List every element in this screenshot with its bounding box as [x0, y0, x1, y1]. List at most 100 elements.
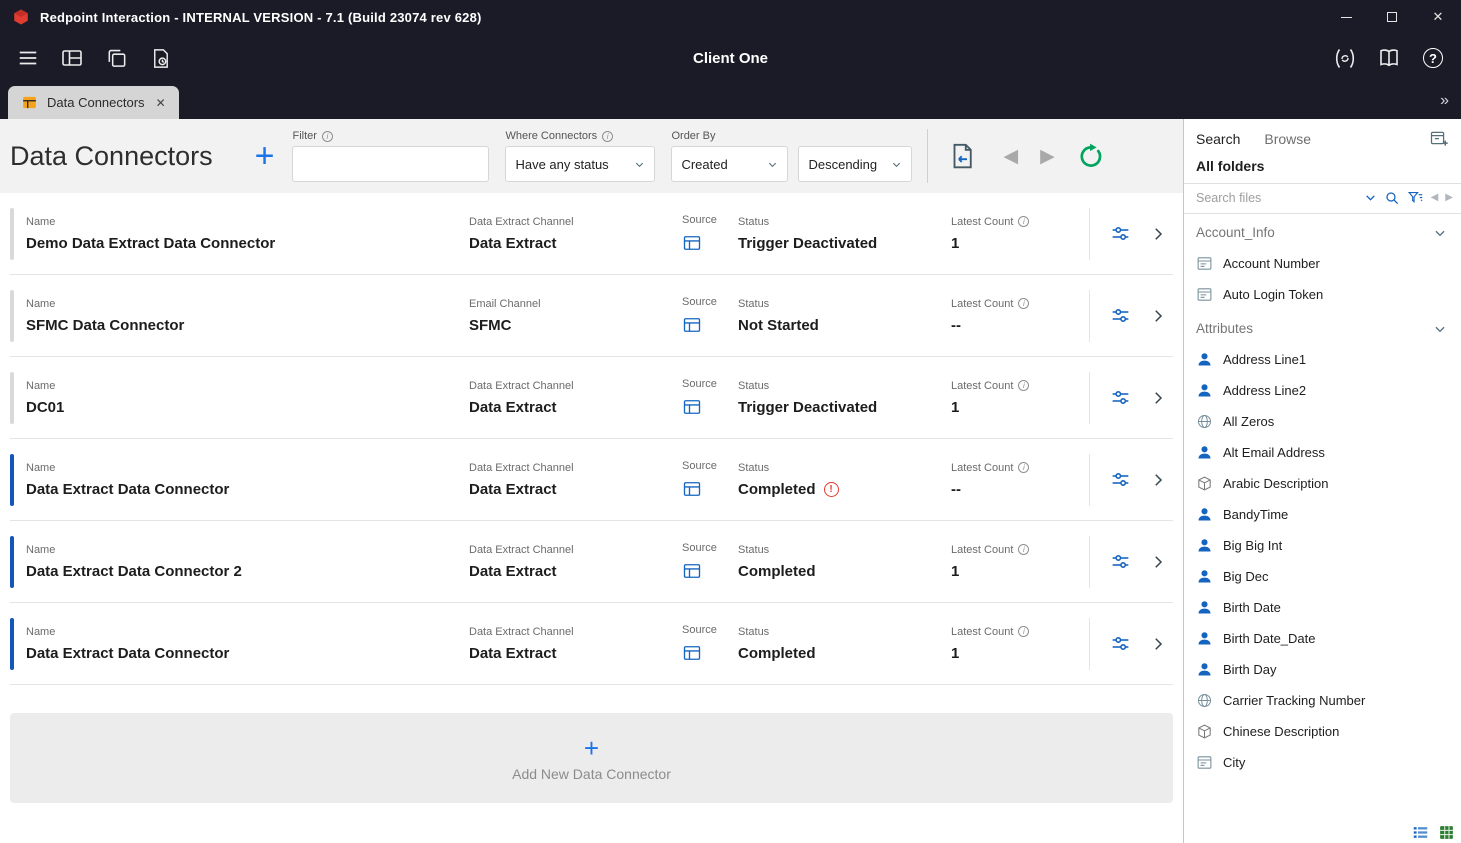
search-input[interactable]: [1196, 191, 1357, 205]
count-value: 1: [951, 645, 1059, 662]
row-settings-icon[interactable]: [1110, 387, 1131, 408]
table-row[interactable]: NameData Extract Data Connector Data Ext…: [10, 439, 1173, 521]
group-account-info[interactable]: Account_Info: [1184, 214, 1461, 248]
warning-icon[interactable]: !: [824, 482, 839, 497]
table-row[interactable]: NameSFMC Data Connector Email ChannelSFM…: [10, 275, 1173, 357]
status-label: Status: [738, 380, 951, 392]
list-item[interactable]: Big Big Int: [1184, 530, 1461, 561]
tab-browse[interactable]: Browse: [1264, 131, 1311, 147]
row-settings-icon[interactable]: [1110, 551, 1131, 572]
list-item[interactable]: Birth Date: [1184, 592, 1461, 623]
group-label: Account_Info: [1196, 225, 1275, 240]
chevron-down-icon: [891, 159, 902, 170]
document-history-icon[interactable]: [148, 46, 172, 70]
item-label: All Zeros: [1223, 414, 1274, 429]
channel-value: Data Extract: [469, 645, 682, 662]
menu-icon[interactable]: [16, 46, 40, 70]
panels-icon[interactable]: [60, 46, 84, 70]
order-direction-select[interactable]: Descending: [798, 146, 912, 182]
table-row[interactable]: NameDC01 Data Extract ChannelData Extrac…: [10, 357, 1173, 439]
list-item[interactable]: Birth Day: [1184, 654, 1461, 685]
tab-bar: Data Connectors ✕ »: [0, 82, 1461, 119]
add-connector-button[interactable]: +: [255, 139, 275, 173]
row-settings-icon[interactable]: [1110, 633, 1131, 654]
new-window-icon[interactable]: [1429, 129, 1449, 149]
count-value: 1: [951, 563, 1059, 580]
info-icon: i: [322, 131, 333, 142]
status-value: Trigger Deactivated: [738, 235, 877, 252]
status-filter-select[interactable]: Have any status: [505, 146, 655, 182]
search-icon[interactable]: [1384, 190, 1400, 206]
previous-page-icon[interactable]: ◀: [1003, 145, 1018, 168]
tab-close-icon[interactable]: ✕: [156, 96, 166, 110]
files-sidebar: Search Browse All folders ◀ ▶ Account_In…: [1183, 119, 1461, 843]
list-item[interactable]: Arabic Description: [1184, 468, 1461, 499]
row-settings-icon[interactable]: [1110, 469, 1131, 490]
person-icon: [1196, 568, 1213, 585]
refresh-icon[interactable]: [1077, 143, 1104, 170]
list-item[interactable]: Big Dec: [1184, 561, 1461, 592]
tab-overflow-icon[interactable]: »: [1440, 92, 1461, 110]
person-icon: [1196, 599, 1213, 616]
tab-data-connectors[interactable]: Data Connectors ✕: [8, 86, 179, 119]
plus-icon: +: [584, 735, 599, 761]
list-item[interactable]: Carrier Tracking Number: [1184, 685, 1461, 716]
order-by-label: Order By: [671, 130, 912, 142]
group-attributes[interactable]: Attributes: [1184, 310, 1461, 344]
info-icon: i: [1018, 216, 1029, 227]
next-page-icon[interactable]: ▶: [1040, 145, 1055, 168]
filter-group: Filter i: [292, 130, 489, 182]
item-label: Address Line1: [1223, 352, 1306, 367]
grid-view-icon[interactable]: [1438, 824, 1455, 841]
list-item[interactable]: Address Line2: [1184, 375, 1461, 406]
search-options-chevron-icon[interactable]: [1364, 191, 1377, 204]
client-name: Client One: [693, 50, 768, 67]
list-item[interactable]: Address Line1: [1184, 344, 1461, 375]
content-toolbar: Data Connectors + Filter i Where Connect…: [0, 119, 1183, 193]
package-icon: [1196, 475, 1213, 492]
list-item[interactable]: Birth Date_Date: [1184, 623, 1461, 654]
row-open-chevron-icon[interactable]: [1149, 307, 1167, 325]
row-settings-icon[interactable]: [1110, 305, 1131, 326]
row-settings-icon[interactable]: [1110, 223, 1131, 244]
sync-status-icon[interactable]: [1333, 46, 1357, 70]
minimize-button[interactable]: [1323, 0, 1369, 34]
row-open-chevron-icon[interactable]: [1149, 635, 1167, 653]
row-open-chevron-icon[interactable]: [1149, 553, 1167, 571]
row-open-chevron-icon[interactable]: [1149, 389, 1167, 407]
search-next-icon[interactable]: ▶: [1445, 192, 1453, 203]
list-item[interactable]: Chinese Description: [1184, 716, 1461, 747]
report-document-icon[interactable]: [947, 141, 977, 171]
list-item[interactable]: Auto Login Token: [1184, 279, 1461, 310]
order-field-select[interactable]: Created: [671, 146, 788, 182]
filter-input[interactable]: [292, 146, 489, 182]
all-folders-label: All folders: [1184, 158, 1461, 184]
maximize-button[interactable]: [1369, 0, 1415, 34]
name-label: Name: [26, 298, 469, 310]
table-row[interactable]: NameDemo Data Extract Data Connector Dat…: [10, 193, 1173, 275]
add-new-data-connector-button[interactable]: + Add New Data Connector: [10, 713, 1173, 803]
list-item[interactable]: City: [1184, 747, 1461, 778]
info-icon: i: [1018, 298, 1029, 309]
documentation-book-icon[interactable]: [1377, 46, 1401, 70]
count-value: --: [951, 317, 1059, 334]
filter-funnel-icon[interactable]: [1407, 189, 1424, 206]
list-item[interactable]: BandyTime: [1184, 499, 1461, 530]
help-icon[interactable]: ?: [1421, 46, 1445, 70]
latest-count-label: Latest Counti: [951, 216, 1059, 228]
close-button[interactable]: ✕: [1415, 0, 1461, 34]
status-value: Completed: [738, 563, 816, 580]
search-prev-icon[interactable]: ◀: [1431, 192, 1439, 203]
list-item[interactable]: All Zeros: [1184, 406, 1461, 437]
list-view-icon[interactable]: [1412, 824, 1429, 841]
copy-icon[interactable]: [104, 46, 128, 70]
row-open-chevron-icon[interactable]: [1149, 225, 1167, 243]
status-value: Completed: [738, 481, 816, 498]
tab-search[interactable]: Search: [1196, 131, 1240, 147]
list-item[interactable]: Alt Email Address: [1184, 437, 1461, 468]
table-row[interactable]: NameData Extract Data Connector Data Ext…: [10, 603, 1173, 685]
item-label: Chinese Description: [1223, 724, 1339, 739]
list-item[interactable]: Account Number: [1184, 248, 1461, 279]
row-open-chevron-icon[interactable]: [1149, 471, 1167, 489]
table-row[interactable]: NameData Extract Data Connector 2 Data E…: [10, 521, 1173, 603]
